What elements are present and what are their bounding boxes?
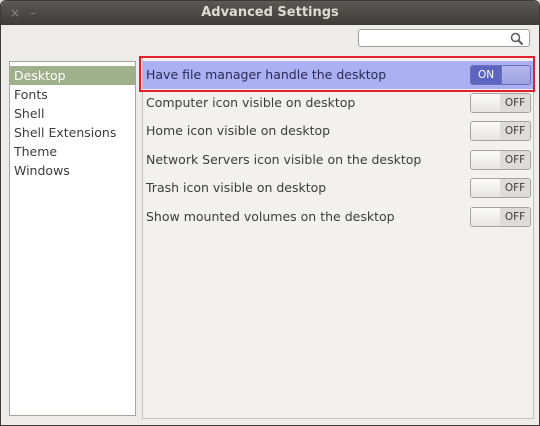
sidebar-item-fonts[interactable]: Fonts [10,85,135,104]
toggle-state: OFF [500,94,530,112]
setting-row-home-icon: Home icon visible on desktop OFF [143,117,533,145]
setting-label: Network Servers icon visible on the desk… [146,152,422,167]
network-servers-icon-toggle[interactable]: OFF [470,150,531,170]
computer-icon-toggle[interactable]: OFF [470,93,531,113]
mounted-volumes-toggle[interactable]: OFF [470,207,531,227]
setting-label: Computer icon visible on desktop [146,95,356,110]
desktop-settings-panel: Have file manager handle the desktop ON … [142,57,534,419]
setting-row-computer-icon: Computer icon visible on desktop OFF [143,89,533,117]
toggle-state: OFF [500,208,530,226]
search-input[interactable] [358,29,530,47]
category-sidebar: Desktop Fonts Shell Shell Extensions The… [9,61,136,416]
setting-row-mounted-volumes: Show mounted volumes on the desktop OFF [143,203,533,231]
file-manager-desktop-toggle[interactable]: ON [470,65,531,85]
toggle-thumb [471,208,502,226]
setting-label: Show mounted volumes on the desktop [146,209,395,224]
setting-label: Trash icon visible on desktop [146,180,327,195]
setting-row-network-servers-icon: Network Servers icon visible on the desk… [143,146,533,174]
sidebar-item-desktop[interactable]: Desktop [10,66,135,85]
toggle-state: ON [471,66,501,84]
window-title: Advanced Settings [201,5,339,20]
toggle-state: OFF [500,122,530,140]
toggle-thumb [501,66,530,84]
sidebar-item-windows[interactable]: Windows [10,161,135,180]
setting-label: Have file manager handle the desktop [146,67,387,82]
toggle-thumb [471,94,502,112]
sidebar-item-shell-extensions[interactable]: Shell Extensions [10,123,135,142]
toggle-thumb [471,179,502,197]
home-icon-toggle[interactable]: OFF [470,121,531,141]
trash-icon-toggle[interactable]: OFF [470,178,531,198]
setting-row-file-manager-desktop: Have file manager handle the desktop ON [143,61,533,89]
toggle-thumb [471,122,502,140]
setting-row-trash-icon: Trash icon visible on desktop OFF [143,174,533,202]
toggle-state: OFF [500,179,530,197]
sidebar-item-shell[interactable]: Shell [10,104,135,123]
toggle-thumb [471,151,502,169]
sidebar-item-theme[interactable]: Theme [10,142,135,161]
search-icon [510,32,524,46]
advanced-settings-window: × – Advanced Settings Desktop Fonts Shel… [0,0,540,426]
toggle-state: OFF [500,151,530,169]
setting-label: Home icon visible on desktop [146,123,331,138]
title-bar[interactable]: × – Advanced Settings [1,1,539,25]
